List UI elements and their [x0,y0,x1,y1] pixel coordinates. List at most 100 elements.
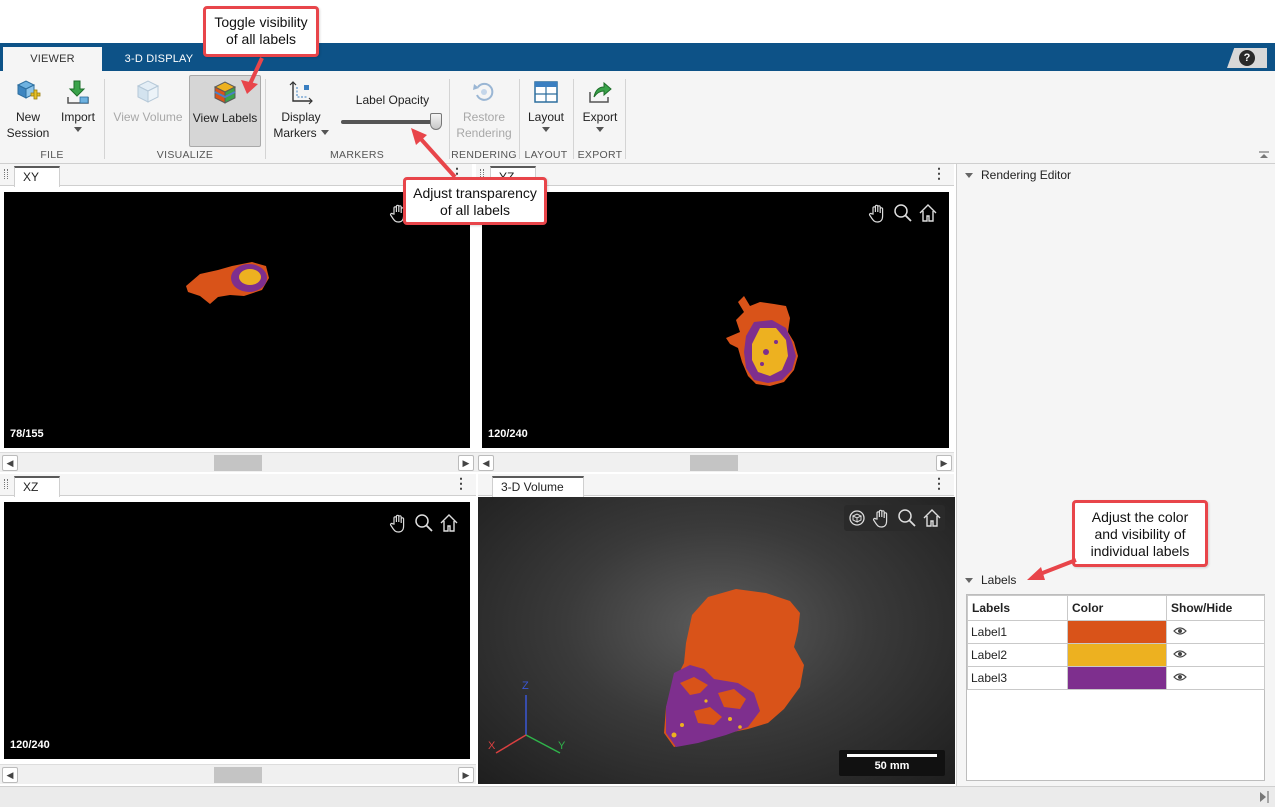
3d-volume-view[interactable]: Z Y X 50 mm [478,497,955,784]
scroll-right-icon[interactable]: ▶ [936,455,952,471]
pan-hand-icon[interactable] [871,507,893,529]
label-opacity-slider-track[interactable] [341,120,441,124]
visibility-eye-icon[interactable] [1166,666,1265,690]
group-separator [573,79,574,159]
expand-panel-icon[interactable] [1259,791,1269,803]
label-opacity-label: Label Opacity [355,93,430,107]
home-icon[interactable] [917,202,939,224]
rendering-editor-header[interactable]: Rendering Editor [965,168,1071,182]
pan-hand-icon[interactable] [867,202,889,224]
drag-grip-icon[interactable] [4,169,8,179]
callout-labels-line2: and visibility of [1094,526,1186,542]
pan-hand-icon[interactable] [388,512,410,534]
tab-xz[interactable]: XZ [14,476,60,497]
xz-horizontal-scrollbar[interactable]: ◀ ▶ [0,764,476,784]
scroll-left-icon[interactable]: ◀ [2,767,18,783]
table-row: Label2 [967,643,1265,667]
view-labels-icon [213,81,237,104]
status-bar [0,786,1275,807]
zoom-icon[interactable] [413,512,435,534]
new-session-button[interactable]: New Session [4,75,52,141]
scroll-left-icon[interactable]: ◀ [2,455,18,471]
yz-options-icon[interactable]: ⋮ [932,165,946,182]
label-name-cell[interactable]: Label3 [967,666,1068,690]
tab-viewer[interactable]: VIEWER [3,47,102,71]
orientation-axes: Z Y X [488,680,566,754]
export-dropdown-icon [596,127,604,132]
scroll-right-icon[interactable]: ▶ [458,455,474,471]
import-dropdown-icon [74,127,82,132]
column-header-color[interactable]: Color [1067,595,1167,621]
yz-scrollbar-thumb[interactable] [690,455,738,471]
visibility-eye-icon[interactable] [1166,643,1265,667]
import-icon [67,80,89,104]
home-icon[interactable] [438,512,460,534]
xy-scrollbar-thumb[interactable] [214,455,262,471]
tab-3d-volume[interactable]: 3-D Volume [492,476,584,497]
label-color-swatch[interactable] [1067,620,1167,644]
label-color-swatch[interactable] [1067,666,1167,690]
visibility-eye-icon[interactable] [1166,620,1265,644]
collapse-chevron-icon [965,173,973,179]
group-label-rendering: RENDERING [451,149,517,161]
column-header-show-hide[interactable]: Show/Hide [1166,595,1265,621]
restore-rendering-label-line2: Rendering [456,126,512,140]
zoom-icon[interactable] [896,507,918,529]
new-session-label-line2: Session [6,126,50,140]
view-volume-button[interactable]: View Volume [110,75,186,125]
volume-options-icon[interactable]: ⋮ [932,475,946,492]
rotate-icon[interactable] [846,507,868,529]
xz-scrollbar-thumb[interactable] [214,767,262,783]
yz-label-overlay [726,296,798,386]
tab-xy[interactable]: XY [14,166,60,187]
home-icon[interactable] [921,507,943,529]
axis-z-label: Z [522,680,529,692]
group-label-markers: MARKERS [329,149,385,161]
export-button[interactable]: Export [577,75,623,132]
view-volume-label: View Volume [113,110,183,124]
drag-grip-icon[interactable] [4,479,8,489]
zoom-icon[interactable] [892,202,914,224]
axis-x-label: X [488,740,496,752]
xz-view-toolbar [388,512,460,538]
xy-slice-view[interactable]: 78/155 [4,192,470,448]
rendering-editor-title: Rendering Editor [981,168,1072,182]
volume-view-toolbar [844,505,945,531]
yz-horizontal-scrollbar[interactable]: ◀ ▶ [476,452,954,472]
import-button[interactable]: Import [56,75,100,132]
label-name-cell[interactable]: Label1 [967,620,1068,644]
export-label: Export [582,110,618,124]
scroll-right-icon[interactable]: ▶ [458,767,474,783]
yz-slice-view[interactable]: 120/240 [482,192,949,448]
display-markers-label-line2: Markers [273,126,317,140]
labels-section-header[interactable]: Labels [965,573,1016,587]
callout-labels-line3: individual labels [1090,543,1190,559]
view-labels-button[interactable]: View Labels [189,75,261,147]
group-label-visualize: VISUALIZE [156,149,214,161]
axis-y-label: Y [558,740,566,752]
group-label-layout: LAYOUT [524,149,568,161]
column-header-labels[interactable]: Labels [967,595,1068,621]
help-button[interactable]: ? [1227,48,1267,68]
xy-label-overlay [186,262,269,304]
tab-3d-display[interactable]: 3-D DISPLAY [104,47,214,71]
toolstrip: New Session Import FILE View Volume View… [0,71,1275,164]
label-color-swatch[interactable] [1067,643,1167,667]
collapse-toolstrip-icon[interactable] [1259,151,1269,159]
scroll-left-icon[interactable]: ◀ [478,455,494,471]
xz-options-icon[interactable]: ⋮ [454,475,468,492]
label-opacity-slider-thumb[interactable] [430,113,442,130]
layout-dropdown-icon [542,127,550,132]
callout-opacity-line2: of all labels [439,202,511,218]
yz-slice-counter: 120/240 [488,428,528,440]
xy-horizontal-scrollbar[interactable]: ◀ ▶ [0,452,476,472]
layout-button[interactable]: Layout [523,75,569,132]
label-name-cell[interactable]: Label2 [967,643,1068,667]
restore-rendering-button[interactable]: Restore Rendering [452,75,516,141]
callout-individual-labels: Adjust the color and visibility of indiv… [1072,500,1208,567]
xy-slice-counter: 78/155 [10,428,44,440]
callout-toggle-labels: Toggle visibility of all labels [203,6,319,57]
xz-slice-view[interactable]: 120/240 [4,502,470,759]
import-label: Import [60,110,95,124]
display-markers-button[interactable]: Display Markers [270,75,332,141]
